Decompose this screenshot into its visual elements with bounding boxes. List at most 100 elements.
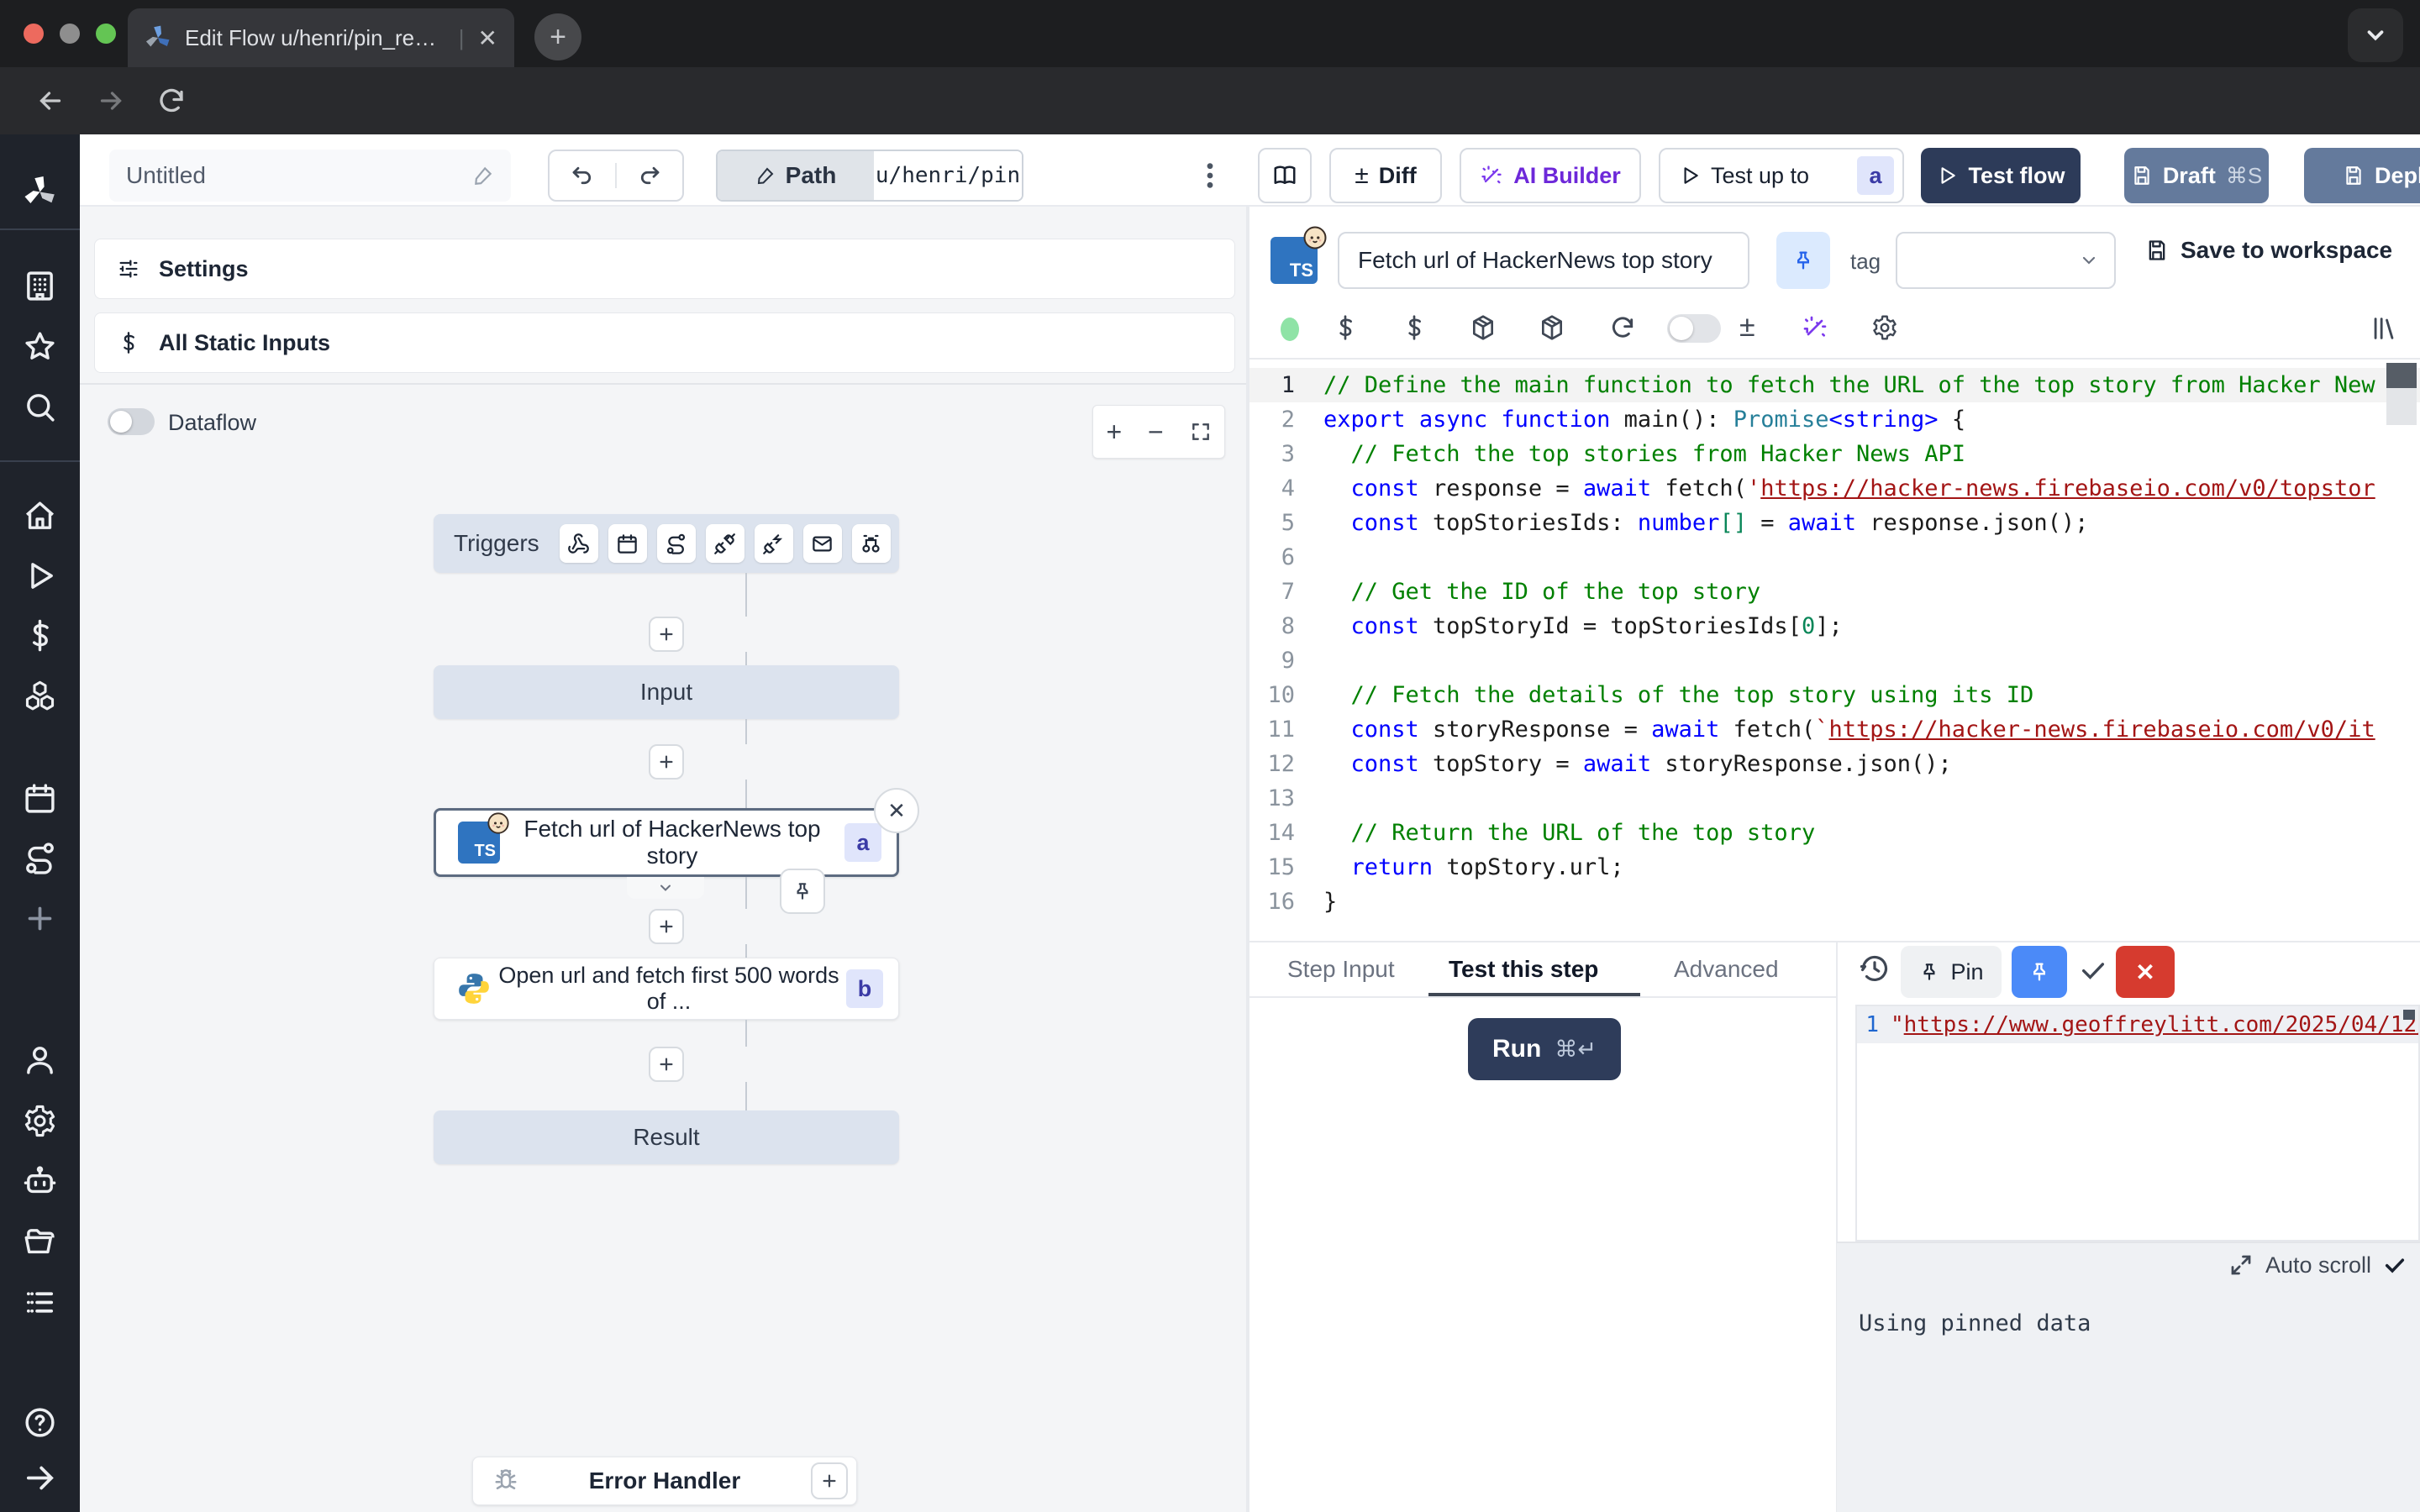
- audit-logs-list-icon[interactable]: [23, 1285, 57, 1320]
- redo-button[interactable]: [617, 163, 682, 188]
- variable-dollar-icon[interactable]: [1401, 314, 1428, 341]
- settings-gear-icon[interactable]: [1871, 314, 1898, 341]
- result-node[interactable]: Result: [434, 1110, 899, 1164]
- trigger-schedule-button[interactable]: [608, 524, 647, 563]
- insert-step-button[interactable]: [649, 1047, 684, 1082]
- fit-view-icon[interactable]: [1190, 421, 1212, 443]
- help-icon[interactable]: [23, 1405, 57, 1440]
- workspace-icon[interactable]: [23, 269, 57, 303]
- insert-step-button[interactable]: [649, 617, 684, 652]
- step-name-input[interactable]: Fetch url of HackerNews top story: [1338, 232, 1749, 289]
- test-up-to-button[interactable]: Test up to a: [1659, 148, 1904, 203]
- expand-icon[interactable]: [2228, 1252, 2254, 1278]
- triggers-node[interactable]: Triggers: [434, 514, 899, 573]
- pin-label-button[interactable]: Pin: [1901, 946, 2002, 998]
- test-flow-button[interactable]: Test flow: [1921, 148, 2081, 203]
- trigger-poll-button[interactable]: [852, 524, 891, 563]
- zoom-in-button[interactable]: +: [1106, 417, 1122, 448]
- code-editor[interactable]: 1// Define the main function to fetch th…: [1249, 360, 2420, 941]
- diff-mode-toggle[interactable]: [1667, 314, 1721, 343]
- pinned-active-button[interactable]: [2012, 946, 2067, 998]
- windmill-logo[interactable]: [23, 175, 57, 209]
- save-to-workspace-button[interactable]: Save to workspace: [2145, 237, 2392, 264]
- expand-sidebar-arrow-icon[interactable]: [23, 1461, 57, 1495]
- divider: [1249, 941, 2420, 942]
- pin-label: Pin: [1950, 959, 1983, 985]
- pinned-data-editor[interactable]: 1"https://www.geoffreylitt.com/2025/04/1…: [1855, 1005, 2420, 1242]
- trigger-plug-zap-button[interactable]: [755, 524, 793, 563]
- path-button[interactable]: Path u/henri/pin: [716, 150, 1023, 202]
- docs-button[interactable]: [1258, 148, 1312, 203]
- draft-button[interactable]: Draft ⌘S: [2124, 148, 2269, 203]
- insert-step-button[interactable]: [649, 744, 684, 780]
- traffic-minimize-button[interactable]: [60, 24, 80, 44]
- resources-cubes-icon[interactable]: [23, 679, 57, 713]
- add-error-handler-button[interactable]: [811, 1462, 848, 1499]
- pin-step-button[interactable]: [1776, 232, 1830, 289]
- step-pin-badge[interactable]: [780, 869, 825, 914]
- flow-name-field[interactable]: Untitled: [109, 150, 511, 202]
- trigger-email-button[interactable]: [803, 524, 842, 563]
- chevron-down-icon: [2363, 23, 2388, 48]
- all-static-inputs-row[interactable]: All Static Inputs: [94, 312, 1235, 373]
- remove-step-button[interactable]: ✕: [874, 788, 919, 833]
- trigger-plug-button[interactable]: [706, 524, 744, 563]
- error-handler-node[interactable]: Error Handler: [472, 1457, 857, 1505]
- step-a-label: Fetch url of HackerNews top story: [500, 816, 844, 869]
- variable-dollar-icon[interactable]: [1332, 314, 1359, 341]
- dataflow-toggle[interactable]: [108, 408, 155, 435]
- flows-route-icon[interactable]: [23, 841, 57, 875]
- step-a-node[interactable]: TS Fetch url of HackerNews top story a: [434, 808, 899, 877]
- diff-button[interactable]: ± Diff: [1329, 148, 1442, 203]
- settings-row[interactable]: Settings: [94, 239, 1235, 299]
- package-icon[interactable]: [1470, 314, 1497, 341]
- tab-close-icon[interactable]: ✕: [478, 24, 497, 52]
- search-icon[interactable]: [23, 390, 57, 424]
- deploy-button[interactable]: Deploy: [2304, 148, 2420, 203]
- forward-icon[interactable]: [96, 86, 126, 116]
- run-button[interactable]: Run ⌘↵: [1468, 1018, 1621, 1080]
- tab-test-this-step[interactable]: Test this step: [1449, 956, 1598, 983]
- tag-select[interactable]: [1896, 232, 2116, 289]
- tab-step-input[interactable]: Step Input: [1287, 956, 1395, 983]
- traffic-zoom-button[interactable]: [96, 24, 116, 44]
- insert-step-button[interactable]: [649, 909, 684, 944]
- package-icon[interactable]: [1539, 314, 1565, 341]
- more-options-kebab-icon[interactable]: [1196, 155, 1224, 197]
- library-icon[interactable]: [2370, 314, 2398, 343]
- trigger-webhook-button[interactable]: [560, 524, 598, 563]
- home-icon[interactable]: [23, 499, 57, 533]
- tab-search-button[interactable]: [2348, 8, 2403, 62]
- ai-builder-button[interactable]: AI Builder: [1460, 148, 1641, 203]
- user-icon[interactable]: [23, 1042, 57, 1077]
- close-pinned-button[interactable]: ✕: [2116, 946, 2175, 998]
- expand-step-chevron[interactable]: [627, 877, 704, 899]
- test-up-to-step-badge[interactable]: a: [1857, 156, 1894, 195]
- trigger-route-button[interactable]: [657, 524, 696, 563]
- favorites-star-icon[interactable]: [23, 329, 57, 364]
- back-icon[interactable]: [35, 86, 66, 116]
- input-node[interactable]: Input: [434, 665, 899, 719]
- variables-dollar-icon[interactable]: [23, 618, 57, 653]
- settings-gear-icon[interactable]: [23, 1104, 57, 1138]
- zoom-out-button[interactable]: −: [1148, 417, 1164, 448]
- create-plus-icon[interactable]: [23, 901, 57, 936]
- workers-robot-icon[interactable]: [23, 1164, 57, 1199]
- undo-button[interactable]: [550, 163, 617, 188]
- tab-advanced[interactable]: Advanced: [1674, 956, 1779, 983]
- traffic-close-button[interactable]: [24, 24, 44, 44]
- folders-icon[interactable]: [23, 1225, 57, 1259]
- runs-play-icon[interactable]: [23, 559, 57, 593]
- history-icon[interactable]: [1859, 953, 1891, 984]
- diff-icon[interactable]: ±: [1739, 311, 1755, 344]
- step-b-node[interactable]: Open url and fetch first 500 words of ..…: [434, 958, 899, 1020]
- accept-check-icon[interactable]: [2079, 956, 2107, 984]
- refresh-icon[interactable]: [1609, 314, 1636, 341]
- reload-icon[interactable]: [156, 86, 187, 116]
- browser-tab[interactable]: Edit Flow u/henri/pin_results | ✕: [128, 8, 514, 67]
- ai-wand-icon[interactable]: [1802, 314, 1828, 341]
- schedules-calendar-icon[interactable]: [23, 781, 57, 816]
- undo-icon: [570, 163, 595, 188]
- checkbox-checked-icon[interactable]: [2383, 1253, 2407, 1277]
- new-tab-button[interactable]: +: [534, 13, 581, 60]
